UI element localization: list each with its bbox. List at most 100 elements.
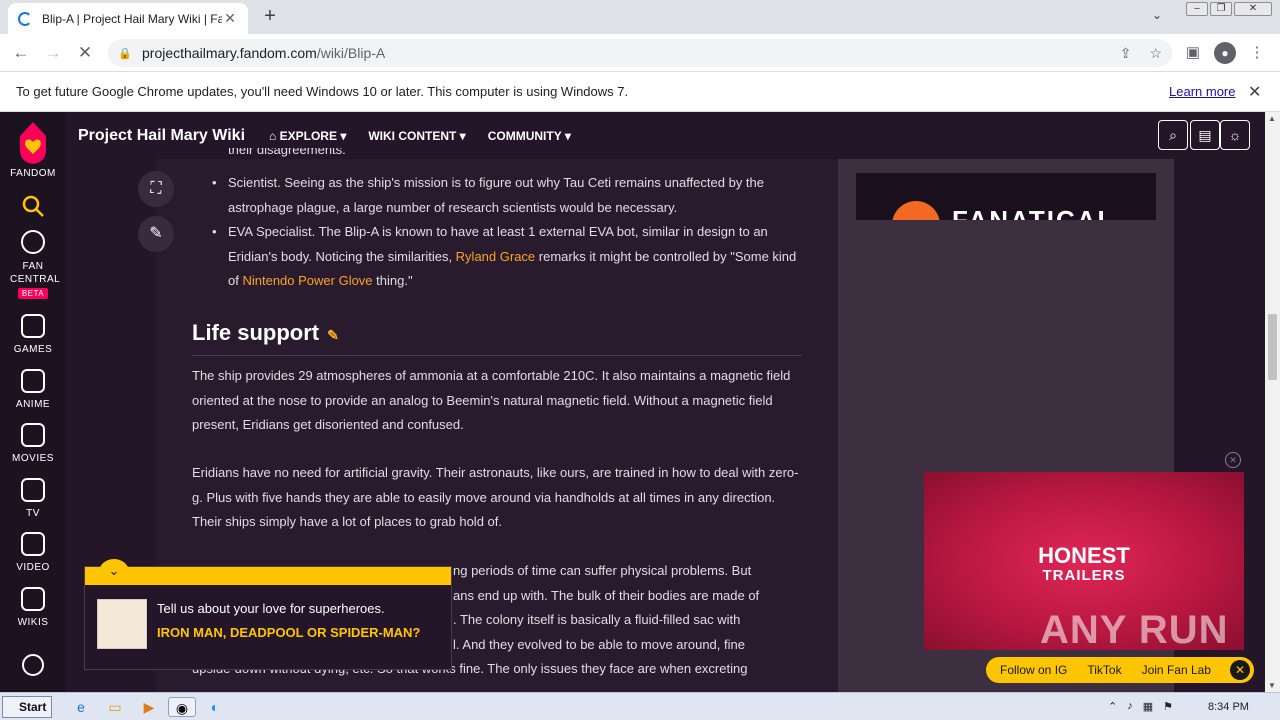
quiz-question[interactable]: IRON MAN, DEADPOOL OR SPIDER-MAN? <box>157 625 427 641</box>
video-close-icon[interactable]: ✕ <box>1225 452 1241 468</box>
book-icon <box>21 587 45 611</box>
screen: Blip-A | Project Hail Mary Wiki | Fandom… <box>0 0 1280 720</box>
follow-ig-link[interactable]: Follow on IG <box>1000 663 1067 677</box>
address-bar[interactable]: 🔒 projecthailmary.fandom.com/wiki/Blip-A… <box>108 39 1172 67</box>
video-label: VIDEO <box>16 562 50 573</box>
fandom-left-rail: FANDOM FAN CENTRAL BETA GAMES ANIME MOVI… <box>0 112 66 692</box>
anyrun-watermark: ANY RUN <box>1040 608 1229 652</box>
url-text[interactable]: projecthailmary.fandom.com/wiki/Blip-A <box>142 45 385 61</box>
rail-tv[interactable]: TV <box>0 478 66 519</box>
explore-menu[interactable]: ⌂ EXPLORE ▾ <box>269 129 346 143</box>
tab-strip: Blip-A | Project Hail Mary Wiki | Fandom… <box>0 0 1280 34</box>
start-button[interactable]: Start <box>2 696 52 718</box>
theme-toggle-icon[interactable]: ☼ <box>1220 120 1250 150</box>
media-player-icon[interactable]: ▶ <box>138 697 160 717</box>
forward-icon[interactable]: → <box>42 42 64 64</box>
share-icon[interactable]: ⇪ <box>1120 45 1132 62</box>
ie-icon[interactable]: e <box>70 697 92 717</box>
beta-badge: BETA <box>17 288 49 299</box>
rail-movies[interactable]: MOVIES <box>0 423 66 464</box>
edge-icon[interactable]: ◐ <box>204 697 226 717</box>
wiki-content-menu[interactable]: WIKI CONTENT ▾ <box>368 129 465 143</box>
header-search-icon[interactable]: ⌕ <box>1158 120 1188 150</box>
list-item: EVA Specialist. The Blip-A is known to h… <box>192 220 802 294</box>
minimize-icon[interactable]: – <box>1186 2 1208 16</box>
page-scrollbar[interactable]: ▲ ▼ <box>1265 112 1280 692</box>
edit-section-icon[interactable]: ✎ <box>327 327 339 343</box>
fandom-home-link[interactable]: FANDOM <box>0 120 66 179</box>
browser-toolbar: ← → ✕ 🔒 projecthailmary.fandom.com/wiki/… <box>0 34 1280 72</box>
fanatical-logo-icon <box>892 201 940 220</box>
bookmark-star-icon[interactable]: ☆ <box>1149 45 1162 62</box>
roles-list: Scientist. Seeing as the ship's mission … <box>192 171 802 294</box>
bullet-tail: their disagreements. <box>228 148 346 157</box>
close-window-icon[interactable]: ✕ <box>1234 2 1272 16</box>
wiki-title[interactable]: Project Hail Mary Wiki <box>78 127 245 145</box>
paragraph: Eridians have no need for artificial gra… <box>192 465 799 529</box>
rail-games[interactable]: GAMES <box>0 314 66 355</box>
close-tab-icon[interactable]: ✕ <box>222 10 238 27</box>
update-infobar: To get future Google Chrome updates, you… <box>0 72 1280 112</box>
follow-bar-close-icon[interactable]: ✕ <box>1230 660 1250 680</box>
flag-icon[interactable]: ⚑ <box>1163 700 1173 713</box>
account-icon[interactable] <box>22 654 44 676</box>
scroll-down-icon[interactable]: ▼ <box>1268 681 1276 690</box>
tv-label: TV <box>26 508 40 519</box>
chrome-taskbar-icon[interactable]: ◉ <box>168 697 196 717</box>
gamepad-icon <box>21 314 45 338</box>
web-page: FANDOM FAN CENTRAL BETA GAMES ANIME MOVI… <box>0 112 1265 692</box>
power-glove-link[interactable]: Nintendo Power Glove <box>242 273 372 288</box>
learn-more-link[interactable]: Learn more <box>1169 84 1235 99</box>
clapperboard-icon <box>21 423 45 447</box>
honest-trailers-logo: HONEST TRAILERS <box>1038 543 1130 585</box>
lock-icon[interactable]: 🔒 <box>118 47 134 60</box>
stop-loading-icon[interactable]: ✕ <box>74 42 96 64</box>
scroll-up-icon[interactable]: ▲ <box>1268 114 1276 123</box>
menu-kebab-icon[interactable]: ⋮ <box>1246 42 1268 64</box>
rail-fan-central[interactable]: FAN CENTRAL BETA <box>0 230 66 299</box>
play-icon <box>21 532 45 556</box>
volume-icon[interactable]: ♪ <box>1127 700 1133 713</box>
movies-label: MOVIES <box>12 453 54 464</box>
restore-icon[interactable]: ❐ <box>1210 2 1232 16</box>
rail-wikis[interactable]: WIKIS <box>0 587 66 628</box>
back-icon[interactable]: ← <box>10 42 32 64</box>
loading-spinner-icon <box>18 11 32 26</box>
scrollbar-thumb[interactable] <box>1268 314 1277 380</box>
paragraph: The ship provides 29 atmospheres of ammo… <box>192 368 791 432</box>
wikis-label: WIKIS <box>17 617 49 628</box>
tiktok-link[interactable]: TikTok <box>1087 663 1121 677</box>
follow-bar: Follow on IG TikTok Join Fan Lab ✕ <box>986 657 1254 683</box>
fandom-label: FANDOM <box>10 168 56 179</box>
expand-icon[interactable]: ⛶ <box>138 171 174 207</box>
profile-avatar-icon[interactable]: ● <box>1214 42 1236 64</box>
community-menu[interactable]: COMMUNITY ▾ <box>488 129 571 143</box>
tray-arrow-icon[interactable]: ⌃ <box>1108 700 1117 713</box>
quiz-topbar <box>85 567 451 585</box>
windows-taskbar: Start e ▭ ▶ ◉ ◐ ⌃ ♪ ▦ ⚑ 8:34 PM <box>0 692 1280 720</box>
search-rail-button[interactable] <box>0 194 66 221</box>
fanatical-ad[interactable]: FANATICAL <box>856 173 1156 220</box>
new-tab-button[interactable]: + <box>258 5 282 29</box>
collapse-chevron-icon[interactable]: ⌄ <box>99 559 129 585</box>
edit-pencil-icon[interactable]: ✎ <box>138 216 174 252</box>
quiz-prompt: Tell us about your love for superheroes. <box>157 601 385 616</box>
network-icon[interactable]: ▦ <box>1143 700 1153 713</box>
explorer-icon[interactable]: ▭ <box>104 697 126 717</box>
tab-search-icon[interactable]: ⌄ <box>1152 8 1162 22</box>
discussions-icon[interactable]: ▤ <box>1190 120 1220 150</box>
ryland-grace-link[interactable]: Ryland Grace <box>456 249 535 264</box>
infobar-message: To get future Google Chrome updates, you… <box>16 84 629 99</box>
anime-label: ANIME <box>15 399 51 410</box>
infobar-close-icon[interactable]: ✕ <box>1248 82 1261 102</box>
browser-tab[interactable]: Blip-A | Project Hail Mary Wiki | Fandom… <box>8 3 248 34</box>
side-panel-icon[interactable]: ▣ <box>1182 42 1204 64</box>
rail-anime[interactable]: ANIME <box>0 369 66 410</box>
fan-central-label: FAN CENTRAL <box>10 261 61 285</box>
rail-video[interactable]: VIDEO <box>0 532 66 573</box>
clock[interactable]: 8:34 PM <box>1208 701 1249 713</box>
join-fan-lab-link[interactable]: Join Fan Lab <box>1142 663 1211 677</box>
games-label: GAMES <box>13 344 53 355</box>
quiz-popup[interactable]: ⌄ Tell us about your love for superheroe… <box>84 559 452 670</box>
tv-icon <box>21 478 45 502</box>
